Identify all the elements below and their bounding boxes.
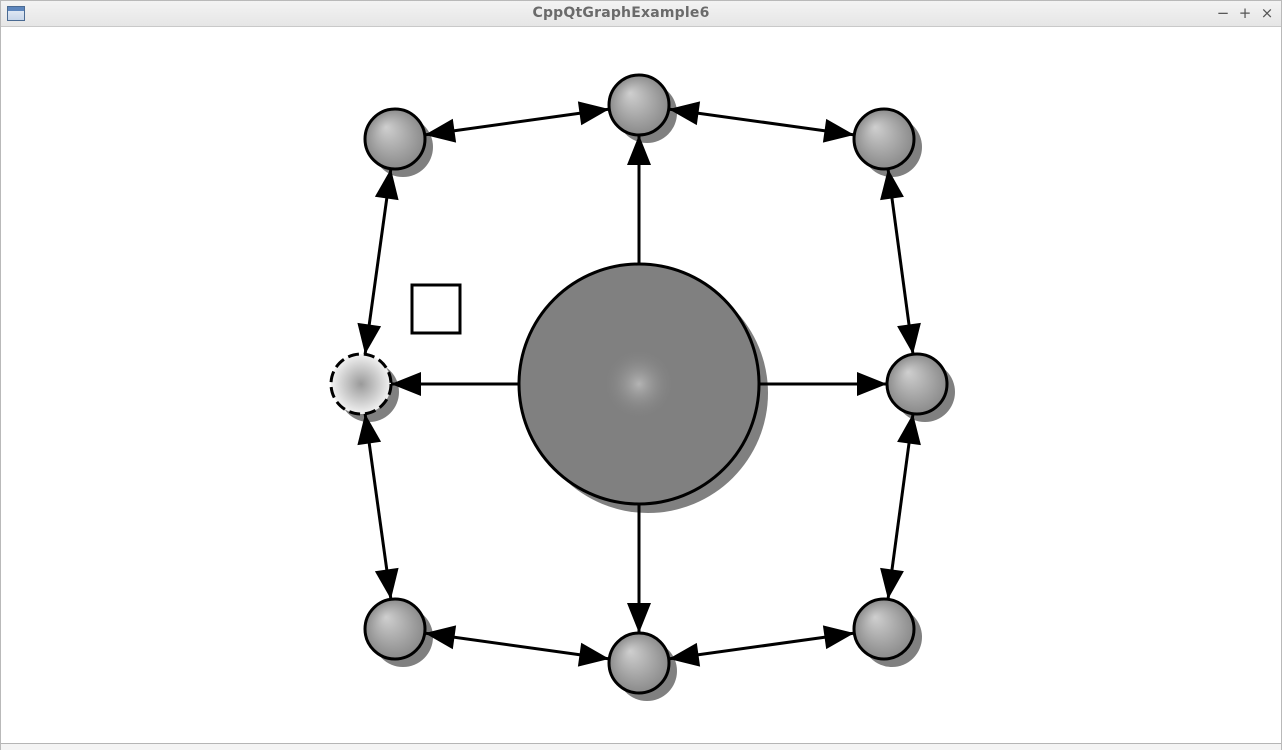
window-bottom-edge [1,743,1281,750]
node-top[interactable] [607,73,671,137]
arrowhead-5-end [880,567,904,600]
title-bar[interactable]: CppQtGraphExample6 − + × [1,1,1281,27]
minimize-icon[interactable]: − [1214,4,1232,22]
node-bottom-left[interactable] [363,597,427,661]
app-window: CppQtGraphExample6 − + × [0,0,1282,750]
arrowhead-6-end [577,642,610,667]
close-icon[interactable]: × [1258,4,1276,22]
arrowhead-11-start [627,603,651,633]
node-bottom[interactable] [607,631,671,695]
center-node-glow [603,348,675,420]
arrowhead-0-end [577,101,610,126]
arrowhead-3-end [897,322,921,355]
maximize-icon[interactable]: + [1236,4,1254,22]
node-right[interactable] [885,352,949,416]
arrowhead-1-end [822,118,855,143]
node-top-right[interactable] [852,107,916,171]
node-top-left[interactable] [363,107,427,171]
empty-square-shape[interactable] [410,283,462,335]
window-title: CppQtGraphExample6 [532,5,710,21]
arrowhead-10-start [857,372,887,396]
graph-view[interactable] [1,27,1281,743]
node-left[interactable] [329,352,393,416]
graph-canvas[interactable] [1,27,1281,743]
arrowhead-4-end [374,567,399,600]
arrowhead-2-end [357,322,382,355]
node-bottom-right[interactable] [852,597,916,661]
arrowhead-7-end [822,625,855,650]
